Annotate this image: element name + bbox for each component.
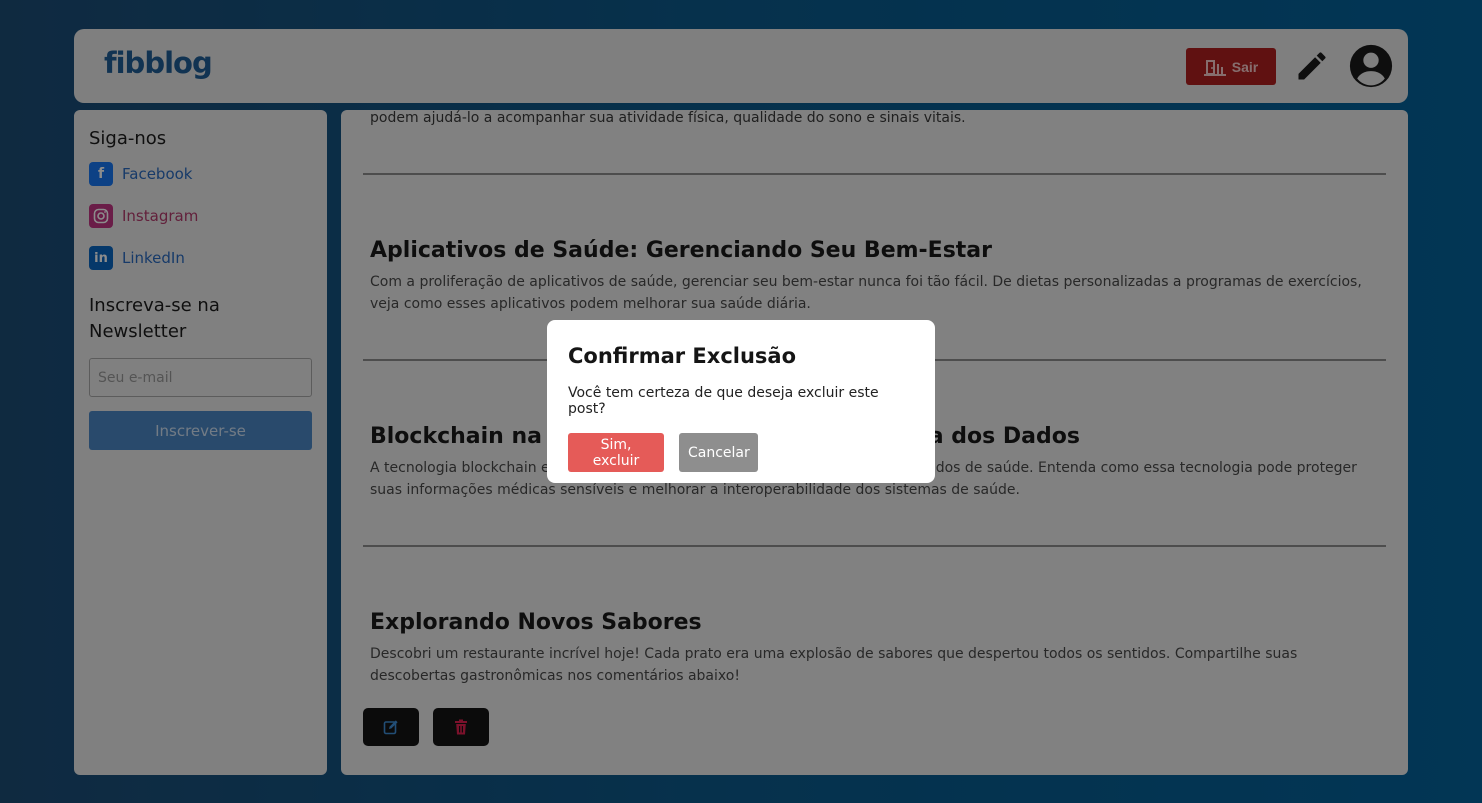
confirm-delete-dialog: Confirmar Exclusão Você tem certeza de q… <box>547 320 935 483</box>
dialog-title: Confirmar Exclusão <box>568 344 797 368</box>
confirm-delete-button[interactable]: Sim, excluir <box>568 433 664 472</box>
cancel-button[interactable]: Cancelar <box>679 433 758 472</box>
dialog-message: Você tem certeza de que deseja excluir e… <box>568 385 879 417</box>
dialog-actions: Sim, excluir Cancelar <box>568 433 914 472</box>
